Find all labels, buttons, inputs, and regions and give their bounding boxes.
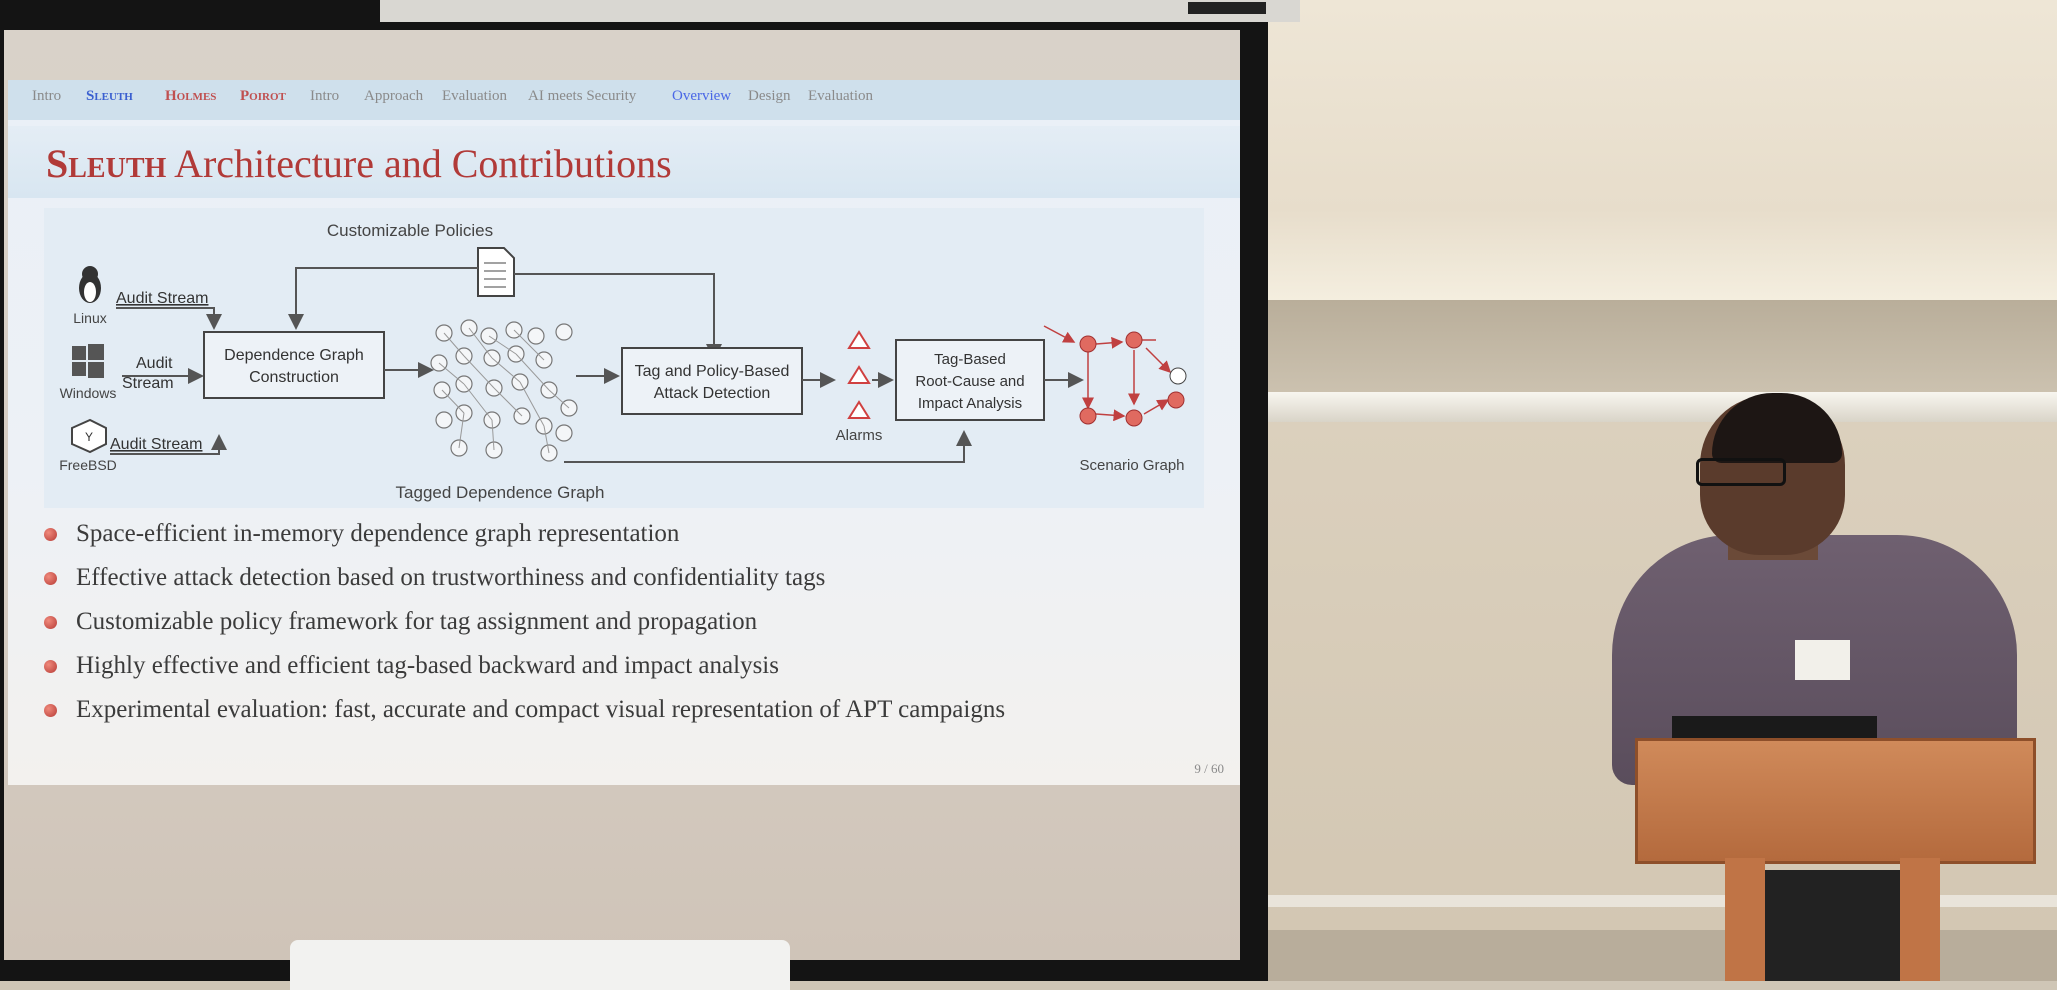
lectern-leg-right [1900, 858, 1940, 981]
nav-item: Intro [32, 88, 62, 104]
alarms-label: Alarms [836, 427, 883, 444]
slide-title-text: Architecture and Contributions [174, 141, 672, 186]
nav-item: Design [748, 88, 791, 104]
bullet-dot [44, 616, 57, 629]
lectern-base [1765, 870, 1900, 981]
list-item: Customizable policy framework for tag as… [44, 608, 1234, 652]
freebsd-logo-icon: Y [71, 418, 107, 454]
bullet-text: Effective attack detection based on trus… [76, 564, 826, 591]
slide-title: Sleuth Architecture and Contributions [46, 140, 672, 187]
nav-item: AI meets Security [528, 88, 637, 104]
root-cause-line1: Tag-Based [934, 351, 1006, 368]
page-number: 9 / 60 [1194, 761, 1224, 776]
audit-windows: Audit [136, 355, 173, 372]
linux-label: Linux [73, 310, 106, 326]
wall-rail [1265, 392, 2057, 424]
projector [290, 940, 790, 990]
attack-detection-line1: Tag and Policy-Based [635, 363, 790, 380]
bullet-text: Customizable policy framework for tag as… [76, 608, 758, 635]
tagged-graph-label: Tagged Dependence Graph [396, 483, 605, 502]
stream-windows: Stream [122, 375, 174, 392]
bullet-dot [44, 528, 57, 541]
dependence-graph-line2: Construction [249, 369, 339, 386]
attack-detection-line2: Attack Detection [654, 385, 771, 402]
presenter-glasses [1696, 458, 1786, 486]
contribution-list: Space-efficient in-memory dependence gra… [44, 520, 1234, 740]
list-item: Experimental evaluation: fast, accurate … [44, 696, 1234, 740]
svg-text:Y: Y [85, 430, 93, 444]
slide-navbar: Intro Sleuth Holmes Poirot Intro Approac… [8, 80, 1240, 120]
nav-item: Holmes [165, 88, 217, 104]
document-icon [477, 247, 515, 297]
screen-label-plate [1188, 2, 1266, 14]
name-badge [1795, 640, 1850, 680]
bullet-text: Experimental evaluation: fast, accurate … [76, 696, 1006, 723]
nav-item: Intro [310, 88, 340, 104]
freebsd-label: FreeBSD [59, 457, 117, 473]
wall-upper [1268, 0, 2057, 300]
lectern [1635, 738, 2036, 864]
bullet-dot [44, 572, 57, 585]
bullet-dot [44, 704, 57, 717]
slide-title-smallcaps: Sleuth [46, 141, 167, 186]
list-item: Space-efficient in-memory dependence gra… [44, 520, 1234, 564]
slide: Intro Sleuth Holmes Poirot Intro Approac… [8, 80, 1240, 785]
architecture-diagram: Customizable Policies Linux Audit Stream… [44, 208, 1204, 508]
audit-stream-freebsd: Audit Stream [110, 436, 202, 453]
list-item: Effective attack detection based on trus… [44, 564, 1234, 608]
screen-housing [380, 0, 1300, 22]
nav-item: Evaluation [808, 88, 873, 104]
audit-stream-linux: Audit Stream [116, 290, 208, 307]
bullet-text: Space-efficient in-memory dependence gra… [76, 520, 680, 547]
dependence-graph-line1: Dependence Graph [224, 347, 364, 364]
nav-item: Evaluation [442, 88, 507, 104]
bullet-text: Highly effective and efficient tag-based… [76, 652, 779, 679]
nav-item: Sleuth [86, 88, 133, 104]
attack-detection-box [621, 347, 803, 415]
windows-label: Windows [60, 385, 117, 401]
nav-item: Approach [364, 88, 424, 104]
nav-item: Poirot [240, 88, 286, 104]
screen-frame: Intro Sleuth Holmes Poirot Intro Approac… [0, 0, 1300, 981]
nav-item: Overview [672, 88, 732, 104]
lectern-leg-left [1725, 858, 1765, 981]
bullet-dot [44, 660, 57, 673]
root-cause-line3: Impact Analysis [918, 395, 1022, 412]
scenario-graph-label: Scenario Graph [1079, 457, 1184, 474]
wall-band [1268, 300, 2057, 400]
dependence-graph-box [203, 331, 385, 399]
root-cause-line2: Root-Cause and [915, 373, 1024, 390]
customizable-policies-label: Customizable Policies [327, 221, 493, 240]
list-item: Highly effective and efficient tag-based… [44, 652, 1234, 696]
